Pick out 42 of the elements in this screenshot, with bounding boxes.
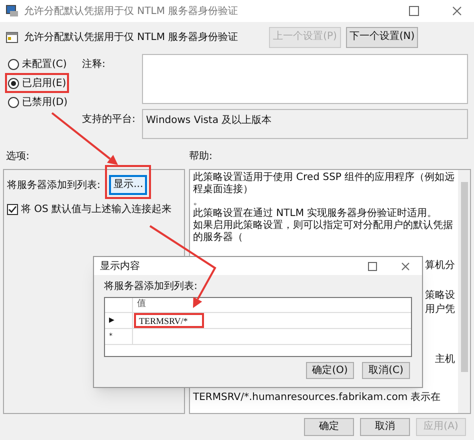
next-setting-button[interactable]: 下一个设置(N): [346, 26, 418, 48]
policy-title: 允许分配默认凭据用于仅 NTLM 服务器身份验证: [24, 30, 238, 44]
ok-button[interactable]: 确定: [304, 418, 354, 436]
checkmark-icon: [8, 205, 17, 214]
window-title: 允许分配默认凭据用于仅 NTLM 服务器身份验证: [24, 4, 238, 18]
radio-option[interactable]: 已禁用(D): [8, 96, 68, 108]
scrollbar[interactable]: [458, 170, 470, 413]
radio-option[interactable]: 未配置(C): [8, 58, 67, 70]
maximize-icon[interactable]: [409, 6, 419, 16]
close-icon[interactable]: [401, 262, 410, 270]
help-text: 。: [193, 196, 204, 208]
value-cell[interactable]: TERMSRV/*: [134, 313, 204, 328]
help-text: 如果启用此策略设置，则可以指定可对分配用户的默认凭据的服务器（: [193, 220, 454, 244]
cancel-button[interactable]: 取消(C): [362, 362, 410, 379]
comment-field[interactable]: [142, 54, 468, 104]
help-text: 用户凭: [425, 304, 455, 316]
cancel-button[interactable]: 取消: [360, 418, 410, 436]
help-label: 帮助:: [189, 150, 212, 164]
help-text: 此策略设置在通过 NTLM 实现服务器身份验证时适用。: [193, 208, 438, 220]
dialog-title: 显示内容: [100, 260, 140, 274]
platform-field: Windows Vista 及以上版本: [142, 109, 468, 139]
options-label: 选项:: [6, 150, 30, 164]
dialog-list-label: 将服务器添加到列表:: [104, 281, 198, 292]
radio-option[interactable]: 已启用(E): [8, 77, 66, 89]
show-button[interactable]: 显示...: [109, 175, 148, 195]
comment-label: 注释:: [82, 58, 106, 72]
platform-label: 支持的平台:: [82, 112, 136, 127]
help-text: 算机分: [425, 260, 455, 272]
policy-icon: [6, 5, 19, 17]
ok-button[interactable]: 确定(O): [306, 362, 354, 379]
close-icon[interactable]: [452, 6, 462, 16]
column-header: 值: [136, 298, 147, 311]
help-text: 此策略设置适用于使用 Cred SSP 组件的应用程序（例如远程桌面连接）: [193, 172, 455, 196]
highlight-frame: [5, 73, 70, 93]
help-text: TERMSRV/*.humanresources.fabrikam.com 表示在: [193, 392, 442, 404]
concat-checkbox[interactable]: 将 OS 默认值与上述输入连接起来: [7, 202, 181, 217]
help-text: 主机: [435, 354, 455, 366]
help-text: 策略设: [425, 290, 455, 302]
maximize-icon[interactable]: [368, 262, 377, 270]
setting-icon: [6, 32, 18, 42]
server-list-label: 将服务器添加到列表:: [7, 178, 100, 192]
highlight-frame: [105, 165, 152, 199]
